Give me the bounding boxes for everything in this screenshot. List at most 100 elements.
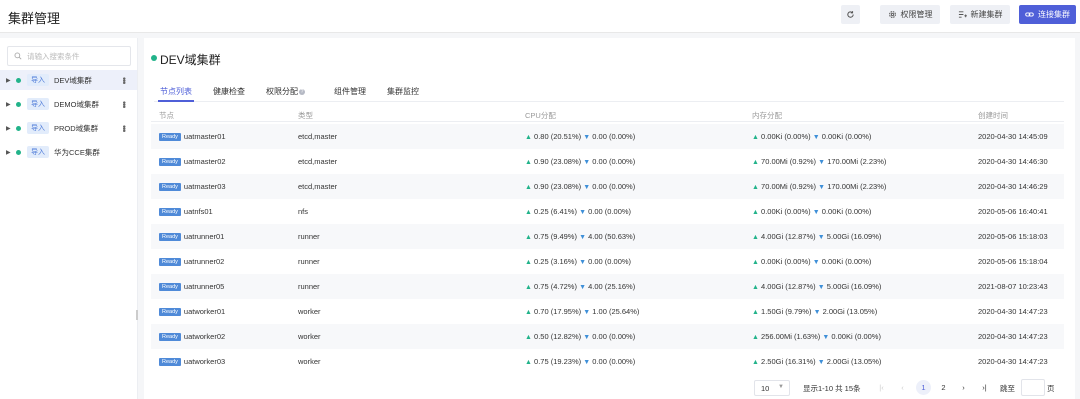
cpu-request: 0.50 (12.82%) — [534, 332, 582, 341]
memory-request: 70.00Mi (0.92%) — [761, 157, 817, 166]
table-row: Ready uatworker01 worker ▲ 0.70 (17.95%) ▼ … — [151, 299, 1064, 324]
cluster-status-dot — [151, 55, 157, 61]
arrow-down-icon: ▼ — [583, 309, 591, 316]
table-row: Ready uatmaster03 etcd,master ▲ 0.90 (23.08… — [151, 174, 1064, 199]
caret-right-icon[interactable]: ▶ — [6, 149, 11, 156]
status-badge: Ready — [159, 158, 181, 166]
cpu-allocation: ▲ 0.70 (17.95%) ▼ 1.00 (25.64%) — [525, 307, 639, 316]
table-row: Ready uatworker02 worker ▲ 0.50 (12.82%) ▼ … — [151, 324, 1064, 349]
status-badge: Ready — [159, 208, 181, 216]
page-size-select[interactable]: 10 ▼ — [754, 380, 790, 396]
top-header: 集群管理 权限管理 新建集群 连接集群 — [0, 0, 1080, 33]
search-input[interactable] — [27, 51, 127, 61]
caret-right-icon[interactable]: ▶ — [6, 125, 11, 132]
memory-request: 0.00Ki (0.00%) — [761, 132, 811, 141]
node-cell: Ready uatrunner01 — [159, 232, 224, 241]
permission-management-button[interactable]: 权限管理 — [880, 5, 940, 24]
arrow-up-icon: ▲ — [525, 234, 532, 241]
caret-right-icon[interactable]: ▶ — [6, 77, 11, 84]
node-cell: Ready uatworker03 — [159, 357, 225, 366]
pagination-summary: 显示1-10 共 15条 — [803, 383, 861, 393]
node-name: uatworker02 — [183, 332, 226, 341]
node-type: runner — [298, 257, 320, 266]
tab-health-check[interactable]: 健康检查 — [213, 86, 245, 97]
node-type: worker — [298, 357, 321, 366]
node-cell: Ready uatworker01 — [159, 307, 225, 316]
status-dot — [16, 77, 21, 83]
created-time: 2020-04-30 14:45:09 — [978, 132, 1048, 141]
first-page-icon[interactable]: |‹ — [874, 380, 889, 395]
arrow-down-icon: ▼ — [818, 184, 826, 191]
memory-request: 256.00Mi (1.63%) — [761, 332, 821, 341]
arrow-up-icon: ▲ — [525, 259, 532, 266]
arrow-down-icon: ▼ — [583, 159, 591, 166]
sidebar-item-label: 华为CCE集群 — [54, 147, 100, 157]
refresh-button[interactable] — [841, 5, 860, 24]
table-row: Ready uatrunner01 runner ▲ 0.75 (9.49%) ▼ 4… — [151, 224, 1064, 249]
cpu-limit: 1.00 (25.64%) — [592, 307, 640, 316]
table-row: Ready uatrunner02 runner ▲ 0.25 (3.16%) ▼ 0… — [151, 249, 1064, 274]
goto-page-input[interactable] — [1021, 379, 1045, 396]
table-row: Ready uatmaster01 etcd,master ▲ 0.80 (20.51… — [151, 124, 1064, 149]
created-time: 2021-08-07 10:23:43 — [978, 282, 1048, 291]
sidebar-item-label: PROD域集群 — [54, 123, 99, 133]
tab-node-list[interactable]: 节点列表 — [160, 86, 192, 97]
node-name: uatmaster01 — [183, 132, 226, 141]
list-add-icon — [958, 11, 967, 18]
cpu-request: 0.25 (3.16%) — [534, 257, 577, 266]
arrow-down-icon: ▼ — [812, 134, 820, 141]
node-cell: Ready uatmaster03 — [159, 182, 226, 191]
more-vertical-icon[interactable]: ••• — [119, 77, 129, 83]
caret-right-icon[interactable]: ▶ — [6, 101, 11, 108]
status-dot — [16, 149, 21, 155]
page-1-button[interactable]: 1 — [916, 380, 931, 395]
sidebar-item-prod-cluster[interactable]: ▶ 导入 PROD域集群 ••• — [0, 118, 137, 138]
connect-cluster-button[interactable]: 连接集群 — [1019, 5, 1076, 24]
cpu-allocation: ▲ 0.90 (23.08%) ▼ 0.00 (0.00%) — [525, 182, 635, 191]
cpu-limit: 0.00 (0.00%) — [592, 157, 636, 166]
search-box[interactable] — [7, 46, 131, 66]
sidebar-item-demo-cluster[interactable]: ▶ 导入 DEMO域集群 ••• — [0, 94, 137, 114]
node-cell: Ready uatmaster02 — [159, 157, 226, 166]
tab-permission[interactable]: 权限分配? — [266, 86, 305, 97]
memory-limit: 0.00Ki (0.00%) — [831, 332, 881, 341]
sidebar-item-label: DEMO域集群 — [54, 99, 99, 109]
status-badge: Ready — [159, 133, 181, 141]
status-dot — [16, 101, 21, 107]
memory-request: 1.50Gi (9.79%) — [761, 307, 812, 316]
more-vertical-icon[interactable]: ••• — [119, 101, 129, 107]
cpu-request: 0.90 (23.08%) — [534, 157, 582, 166]
tab-cluster-monitor[interactable]: 集群监控 — [387, 86, 419, 97]
arrow-down-icon: ▼ — [579, 284, 587, 291]
page-2-button[interactable]: 2 — [936, 380, 951, 395]
memory-allocation: ▲ 0.00Ki (0.00%) ▼ 0.00Ki (0.00%) — [752, 207, 871, 216]
created-time: 2020-04-30 14:47:23 — [978, 332, 1048, 341]
memory-allocation: ▲ 0.00Ki (0.00%) ▼ 0.00Ki (0.00%) — [752, 132, 871, 141]
node-cell: Ready uatrunner05 — [159, 282, 224, 291]
node-type: worker — [298, 332, 321, 341]
next-page-icon[interactable]: › — [956, 380, 971, 395]
prev-page-icon[interactable]: ‹ — [895, 380, 910, 395]
sidebar-resize-handle[interactable] — [136, 310, 138, 320]
sidebar-item-huawei-cce-cluster[interactable]: ▶ 导入 华为CCE集群 — [0, 142, 137, 162]
create-cluster-button[interactable]: 新建集群 — [950, 5, 1010, 24]
status-badge: Ready — [159, 233, 181, 241]
node-type: runner — [298, 282, 320, 291]
tab-component-management[interactable]: 组件管理 — [334, 86, 366, 97]
arrow-up-icon: ▲ — [525, 134, 532, 141]
node-type: etcd,master — [298, 157, 338, 166]
memory-allocation: ▲ 256.00Mi (1.63%) ▼ 0.00Ki (0.00%) — [752, 332, 881, 341]
sidebar-item-dev-cluster[interactable]: ▶ 导入 DEV域集群 ••• — [0, 70, 137, 90]
cpu-allocation: ▲ 0.75 (9.49%) ▼ 4.00 (50.63%) — [525, 232, 635, 241]
status-badge: Ready — [159, 333, 181, 341]
memory-limit: 170.00Mi (2.23%) — [827, 182, 887, 191]
column-header-created: 创建时间 — [978, 111, 1008, 120]
last-page-icon[interactable]: ›| — [977, 380, 992, 395]
memory-limit: 0.00Ki (0.00%) — [821, 257, 872, 266]
cpu-request: 0.25 (6.41%) — [534, 207, 577, 216]
cpu-limit: 4.00 (25.16%) — [588, 282, 636, 291]
memory-allocation: ▲ 4.00Gi (12.87%) ▼ 5.00Gi (16.09%) — [752, 232, 881, 241]
memory-request: 4.00Gi (12.87%) — [761, 282, 816, 291]
more-vertical-icon[interactable]: ••• — [119, 125, 129, 131]
arrow-up-icon: ▲ — [525, 309, 532, 316]
